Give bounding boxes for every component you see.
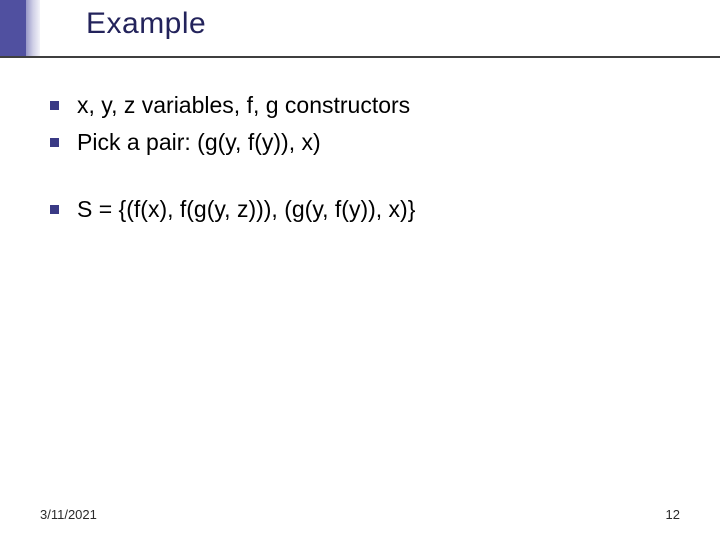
- bullet-item: S = {(f(x), f(g(y, z))), (g(y, f(y)), x)…: [50, 194, 680, 225]
- slide-body: x, y, z variables, f, g constructors Pic…: [50, 90, 680, 231]
- square-bullet-icon: [50, 138, 59, 147]
- footer-date: 3/11/2021: [40, 507, 97, 522]
- slide-title: Example: [86, 7, 206, 41]
- bullet-text: Pick a pair: (g(y, f(y)), x): [77, 127, 321, 158]
- square-bullet-icon: [50, 205, 59, 214]
- footer-page-number: 12: [666, 507, 680, 522]
- bullet-text: x, y, z variables, f, g constructors: [77, 90, 410, 121]
- bullet-item: x, y, z variables, f, g constructors: [50, 90, 680, 121]
- bullet-item: Pick a pair: (g(y, f(y)), x): [50, 127, 680, 158]
- title-bar: Example: [0, 0, 720, 58]
- square-bullet-icon: [50, 101, 59, 110]
- bullet-text: S = {(f(x), f(g(y, z))), (g(y, f(y)), x)…: [77, 194, 415, 225]
